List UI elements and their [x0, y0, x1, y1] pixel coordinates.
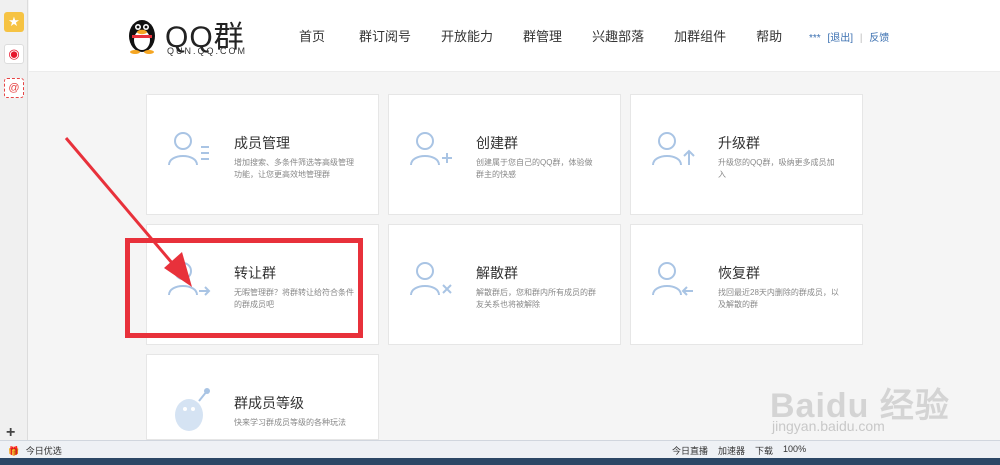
card-desc: 找回最近28天内删除的群成员，以及解散的群 — [718, 288, 839, 309]
card-transfer-group[interactable]: 转让群 无暇管理群？将群转让给符合条件的群成员吧 — [146, 224, 379, 345]
user-name[interactable]: *** — [809, 33, 821, 44]
nav-help[interactable]: 帮助 — [756, 26, 782, 45]
user-transfer-icon — [168, 262, 211, 296]
card-desc: 解散群后，您和群内所有成员的群友关系也将被解除 — [476, 288, 596, 309]
statusbar-left[interactable]: 🎁 今日优选 — [8, 444, 66, 457]
card-title: 创建群 — [476, 135, 518, 151]
user-remove-icon — [410, 262, 452, 296]
card-create-group[interactable]: 创建群 创建属于您自己的QQ群，体验做群主的快感 — [388, 94, 621, 215]
card-title: 转让群 — [234, 265, 276, 281]
feedback-link[interactable]: 反馈 — [869, 33, 889, 44]
gift-icon: 🎁 — [8, 446, 20, 456]
card-desc: 创建属于您自己的QQ群，体验做群主的快感 — [476, 158, 593, 179]
daily-picks[interactable]: 今日优选 — [26, 446, 62, 456]
user-area: *** [退出] | 反馈 — [809, 29, 893, 44]
card-desc: 升级您的QQ群，吸纳更多成员加入 — [718, 158, 835, 179]
divider: | — [859, 33, 863, 44]
nav-home[interactable]: 首页 — [299, 26, 325, 45]
card-upgrade-group[interactable]: 升级群 升级您的QQ群，吸纳更多成员加入 — [630, 94, 863, 215]
browser-statusbar: 🎁 今日优选 今日直播 加速器 下载 100% — [0, 440, 1000, 458]
card-dissolve-group[interactable]: 解散群 解散群后，您和群内所有成员的群友关系也将被解除 — [388, 224, 621, 345]
user-upgrade-icon — [652, 132, 695, 166]
logo[interactable]: QQ群 QUN.QQ.COM — [125, 10, 265, 60]
card-desc: 增加搜索、多条件筛选等高级管理功能，让您更高效地管理群 — [234, 158, 354, 179]
members-list-icon — [168, 132, 209, 166]
nav-group-management[interactable]: 群管理 — [523, 26, 562, 45]
logout-link[interactable]: [退出] — [827, 33, 853, 44]
card-member-level[interactable]: 群成员等级 快来学习群成员等级的各种玩法 — [146, 354, 379, 440]
user-restore-icon — [652, 262, 693, 296]
zoom-level[interactable]: 100% — [783, 444, 806, 457]
card-desc: 无暇管理群？将群转让给符合条件的群成员吧 — [234, 288, 354, 309]
header: QQ群 QUN.QQ.COM 首页 群订阅号 开放能力 群管理 兴趣部落 加群组… — [29, 0, 1000, 72]
nav-interest-tribe[interactable]: 兴趣部落 — [592, 26, 644, 45]
watermark-sub: jingyan.baidu.com — [772, 418, 885, 434]
user-plus-icon — [410, 132, 452, 166]
nav-open-ability[interactable]: 开放能力 — [441, 26, 493, 45]
mail-icon[interactable]: @ — [4, 78, 24, 98]
card-title: 成员管理 — [234, 135, 290, 151]
qq-penguin-icon — [129, 20, 155, 54]
accelerator-button[interactable]: 加速器 — [718, 444, 745, 457]
nav-subscription[interactable]: 群订阅号 — [359, 26, 411, 45]
browser-sidebar: ★ ◉ @ + — [0, 0, 28, 441]
statusbar-right: 今日直播 加速器 下载 100% — [672, 444, 816, 457]
card-restore-group[interactable]: 恢复群 找回最近28天内删除的群成员，以及解散的群 — [630, 224, 863, 345]
card-title: 解散群 — [476, 265, 518, 281]
logo-subtitle: QUN.QQ.COM — [167, 46, 247, 56]
card-member-management[interactable]: 成员管理 增加搜索、多条件筛选等高级管理功能，让您更高效地管理群 — [146, 94, 379, 215]
download-button[interactable]: 下载 — [755, 444, 773, 457]
favorites-icon[interactable]: ★ — [4, 12, 24, 32]
penguin-level-icon — [175, 388, 210, 431]
live-button[interactable]: 今日直播 — [672, 444, 708, 457]
card-desc: 快来学习群成员等级的各种玩法 — [234, 418, 346, 427]
main-nav: 首页 群订阅号 开放能力 群管理 兴趣部落 加群组件 帮助 — [299, 26, 812, 45]
card-title: 群成员等级 — [234, 395, 304, 411]
nav-join-widget[interactable]: 加群组件 — [674, 26, 726, 45]
card-title: 升级群 — [718, 135, 760, 151]
card-title: 恢复群 — [718, 265, 760, 281]
os-taskbar — [0, 458, 1000, 465]
weibo-icon[interactable]: ◉ — [4, 44, 24, 64]
